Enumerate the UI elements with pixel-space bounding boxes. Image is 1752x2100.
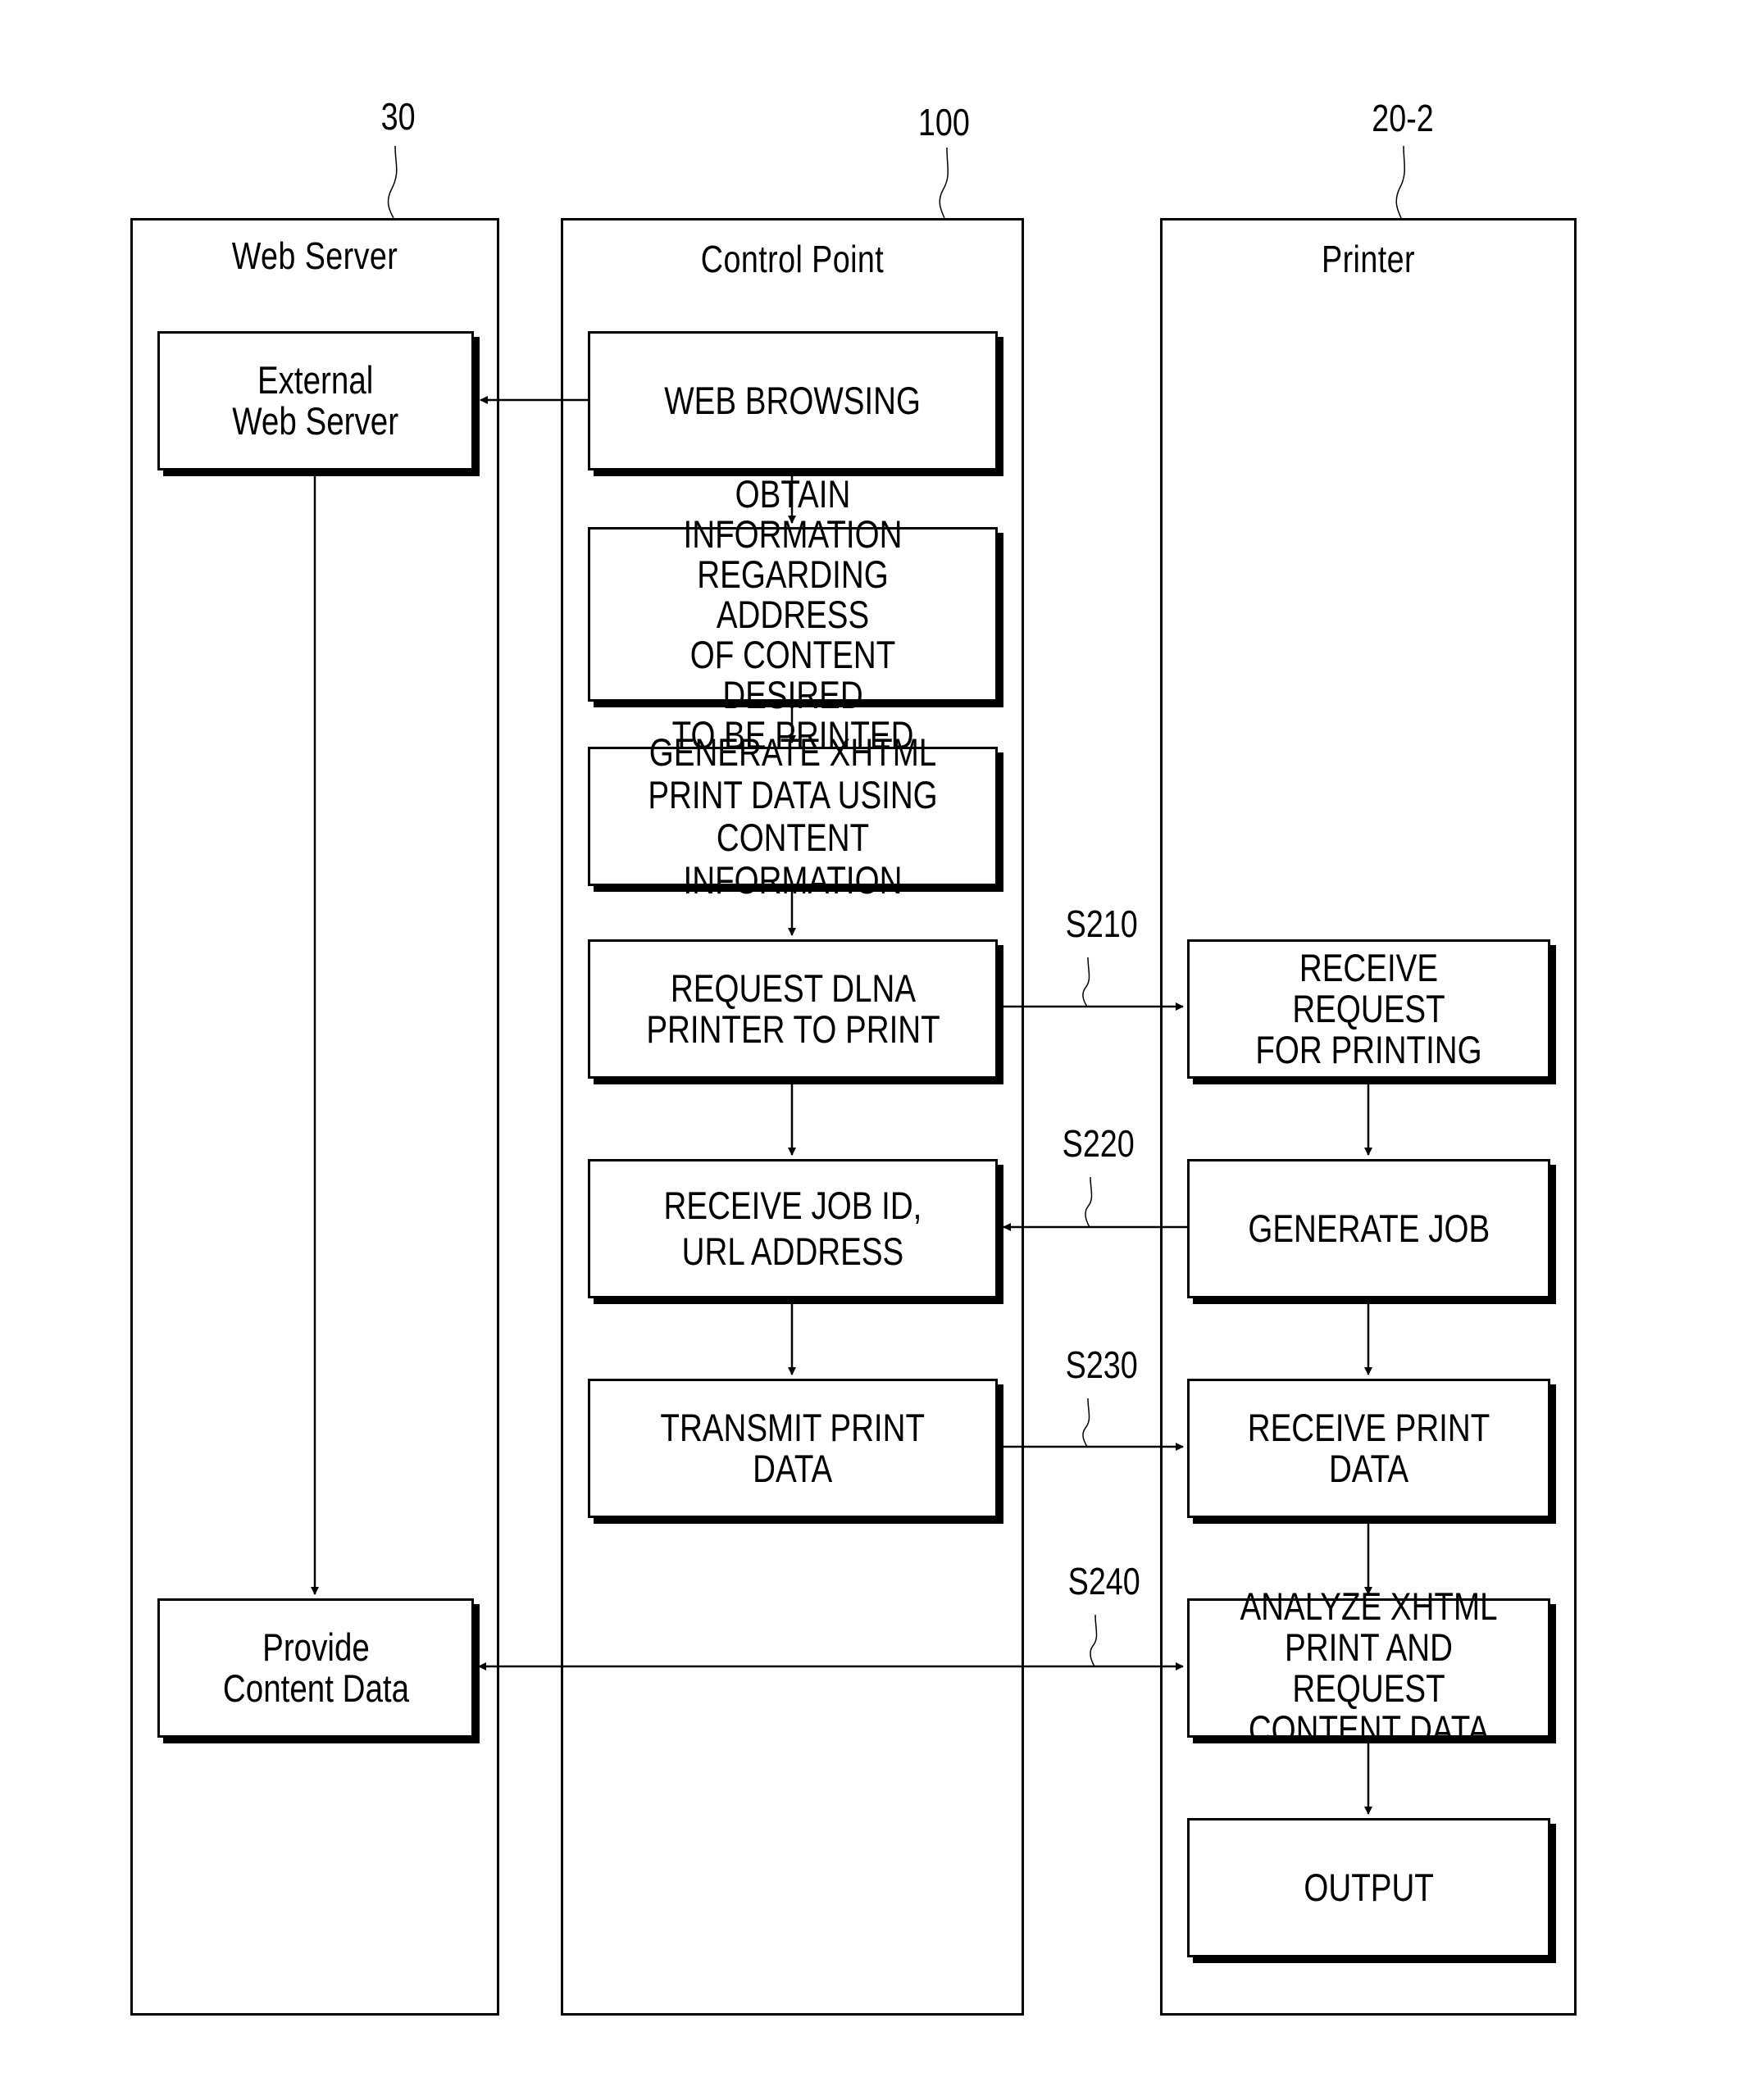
box-label: RECEIVE REQUEST FOR PRINTING [1255, 946, 1482, 1071]
box-label: External Web Server [232, 358, 399, 443]
step-label-s230: S230 [1065, 1343, 1138, 1386]
step-label-s210: S210 [1065, 902, 1138, 945]
box-receive-job-id: RECEIVE JOB ID, URL ADDRESS [588, 1159, 998, 1298]
leader-line-s240 [1090, 1614, 1098, 1667]
box-label: Provide Content Data [222, 1625, 409, 1710]
box-generate-xhtml-print-data: GENERATE XHTML PRINT DATA USING CONTENT … [588, 731, 998, 902]
box-external-web-server: External Web Server [157, 331, 474, 470]
box-analyze-xhtml-print: ANALYZE XHTML PRINT AND REQUEST CONTENT … [1187, 1586, 1550, 1750]
box-obtain-information: OBTAIN INFORMATION REGARDING ADDRESS OF … [588, 474, 998, 755]
leader-line-100 [939, 147, 949, 219]
box-receive-print-data: RECEIVE PRINT DATA [1187, 1379, 1550, 1518]
box-receive-request-for-printing: RECEIVE REQUEST FOR PRINTING [1187, 939, 1550, 1079]
box-label: TRANSMIT PRINT DATA [660, 1406, 926, 1490]
leader-line-20-2 [1395, 145, 1405, 219]
step-label-s240: S240 [1067, 1560, 1140, 1602]
box-label: ANALYZE XHTML PRINT AND REQUEST CONTENT … [1240, 1584, 1498, 1751]
box-label: RECEIVE JOB ID, URL ADDRESS [663, 1184, 922, 1273]
leader-line-s220 [1085, 1176, 1093, 1228]
box-label: WEB BROWSING [664, 379, 922, 422]
box-label: REQUEST DLNA PRINTER TO PRINT [645, 966, 940, 1051]
box-label: OUTPUT [1304, 1866, 1434, 1909]
box-request-dlna-printer: REQUEST DLNA PRINTER TO PRINT [588, 939, 998, 1079]
box-label: RECEIVE PRINT DATA [1247, 1406, 1490, 1490]
box-label: GENERATE JOB [1248, 1207, 1490, 1250]
box-label: OBTAIN INFORMATION REGARDING ADDRESS OF … [671, 472, 914, 757]
box-label: GENERATE XHTML PRINT DATA USING CONTENT … [648, 730, 938, 902]
box-provide-content-data: Provide Content Data [157, 1598, 474, 1738]
leader-line-s210 [1082, 957, 1090, 1007]
step-label-s220: S220 [1062, 1122, 1135, 1165]
box-transmit-print-data: TRANSMIT PRINT DATA [588, 1379, 998, 1518]
leader-line-s230 [1082, 1398, 1090, 1448]
box-generate-job: GENERATE JOB [1187, 1159, 1550, 1298]
leader-line-30 [387, 145, 398, 219]
box-web-browsing: WEB BROWSING [588, 331, 998, 470]
box-output: OUTPUT [1187, 1818, 1550, 1957]
